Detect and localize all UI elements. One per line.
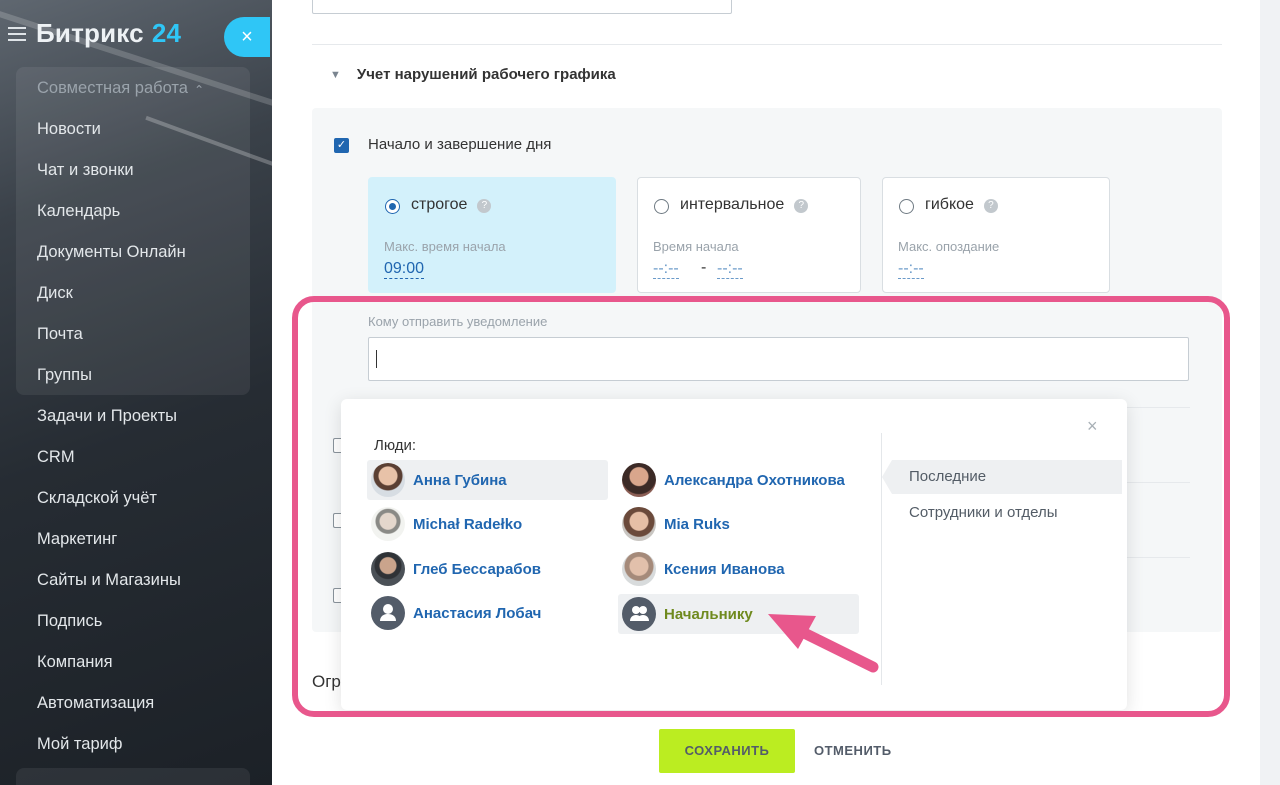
checkbox-partial[interactable]	[333, 513, 341, 528]
mode-sub-label: Макс. время начала	[384, 239, 506, 254]
logo[interactable]: Битрикс 24	[8, 18, 181, 49]
sidebar-item-calendar[interactable]: Календарь	[37, 200, 204, 241]
person-item[interactable]: Michał Radełko	[367, 504, 607, 544]
photo-avatar	[622, 463, 656, 497]
pointer-arrow-icon	[768, 614, 879, 673]
mode-card-interval[interactable]: интервальное? Время начала --:-- - --:--	[637, 177, 861, 293]
divider	[312, 44, 1222, 45]
radio-flexible[interactable]	[899, 199, 914, 214]
close-slider-button[interactable]: ×	[224, 17, 270, 57]
menu-icon[interactable]	[8, 26, 26, 41]
mode-name: строгое?	[411, 196, 492, 214]
start-time-value[interactable]: 09:00	[384, 259, 425, 279]
sidebar-group-title[interactable]: Совместная работа ⌄	[37, 77, 204, 118]
group-icon	[622, 597, 656, 631]
top-field[interactable]	[312, 0, 732, 14]
sidebar-item-documents[interactable]: Документы Онлайн	[37, 241, 204, 282]
people-heading: Люди:	[374, 437, 417, 454]
help-icon[interactable]: ?	[794, 199, 809, 213]
user-icon	[371, 596, 405, 630]
day-checkbox-label: Начало и завершение дня	[368, 136, 552, 153]
person-item[interactable]: Mia Ruks	[618, 504, 858, 544]
sidebar-item-crm[interactable]: CRM	[37, 446, 204, 487]
photo-avatar	[622, 552, 656, 586]
divider	[1127, 557, 1190, 558]
sidebar-item-tariff[interactable]: Мой тариф	[37, 733, 204, 774]
save-button[interactable]: СОХРАНИТЬ	[659, 729, 795, 773]
sidebar-item-chat[interactable]: Чат и звонки	[37, 159, 204, 200]
sidebar: Битрикс 24 Совместная работа ⌄ Новости Чат…	[0, 0, 272, 785]
person-item[interactable]: Ксения Иванова	[618, 549, 858, 589]
help-icon[interactable]: ?	[983, 199, 998, 213]
help-icon[interactable]: ?	[477, 199, 492, 213]
section-title[interactable]: ▼ Учет нарушений рабочего графика	[330, 66, 616, 83]
close-icon[interactable]: ×	[1087, 416, 1098, 437]
mode-sub-label: Макс. опоздание	[898, 239, 1000, 254]
interval-to-value[interactable]: --:--	[717, 259, 743, 279]
person-item[interactable]: Александра Охотникова	[618, 460, 868, 500]
chevron-down-icon: ▼	[330, 68, 341, 81]
divider	[1127, 407, 1190, 408]
interval-from-value[interactable]: --:--	[653, 259, 679, 279]
sidebar-item-automation[interactable]: Автоматизация	[37, 692, 204, 733]
notify-label: Кому отправить уведомление	[368, 314, 548, 329]
interval-separator: -	[701, 259, 707, 276]
cancel-button[interactable]: ОТМЕНИТЬ	[814, 729, 892, 773]
mode-card-flexible[interactable]: гибкое? Макс. опоздание --:--	[882, 177, 1110, 293]
tab-recent[interactable]: Последние	[882, 460, 1122, 494]
sidebar-item-mail[interactable]: Почта	[37, 323, 204, 364]
checkbox-partial[interactable]	[333, 438, 341, 453]
sidebar-item-groups[interactable]: Группы	[37, 364, 204, 405]
sidebar-item-sign[interactable]: Подпись	[37, 610, 204, 651]
day-checkbox[interactable]: ✓	[334, 138, 349, 153]
mode-sub-label: Время начала	[653, 239, 739, 254]
photo-avatar	[371, 552, 405, 586]
person-item[interactable]: Анна Губина	[367, 460, 608, 500]
person-item[interactable]: Анастасия Лобач	[367, 593, 607, 633]
max-delay-value[interactable]: --:--	[898, 259, 924, 279]
logo-text: Битрикс 24	[36, 18, 182, 48]
photo-avatar	[371, 463, 405, 497]
mode-card-strict[interactable]: строгое? Макс. время начала 09:00	[368, 177, 616, 293]
photo-avatar	[622, 507, 656, 541]
sidebar-item-sites[interactable]: Сайты и Магазины	[37, 569, 204, 610]
partial-section-title: Огр	[312, 672, 341, 691]
radio-strict[interactable]	[385, 199, 400, 214]
sidebar-item-news[interactable]: Новости	[37, 118, 204, 159]
sidebar-item-company[interactable]: Компания	[37, 651, 204, 692]
sidebar-item-marketing[interactable]: Маркетинг	[37, 528, 204, 569]
notify-recipient-input[interactable]	[368, 337, 1189, 381]
radio-interval[interactable]	[654, 199, 669, 214]
mode-name: гибкое?	[925, 196, 998, 214]
scrollbar[interactable]	[1260, 0, 1280, 785]
divider	[1127, 482, 1190, 483]
checkbox-partial[interactable]	[333, 588, 341, 603]
sidebar-item-inventory[interactable]: Складской учёт	[37, 487, 204, 528]
mode-name: интервальное?	[680, 196, 809, 214]
sidebar-menu: Совместная работа ⌄ Новости Чат и звонки …	[37, 77, 204, 774]
tab-employees-departments[interactable]: Сотрудники и отделы	[882, 496, 1122, 530]
chevron-up-icon: ⌄	[193, 82, 205, 96]
sidebar-item-tasks[interactable]: Задачи и Проекты	[37, 405, 204, 446]
sidebar-item-disk[interactable]: Диск	[37, 282, 204, 323]
photo-avatar	[371, 507, 405, 541]
text-caret	[376, 350, 377, 368]
person-item[interactable]: Глеб Бессарабов	[367, 549, 607, 589]
entity-selector-popup: × Люди: Анна Губина Александра Охотников…	[341, 399, 1127, 710]
close-icon: ×	[241, 25, 253, 48]
